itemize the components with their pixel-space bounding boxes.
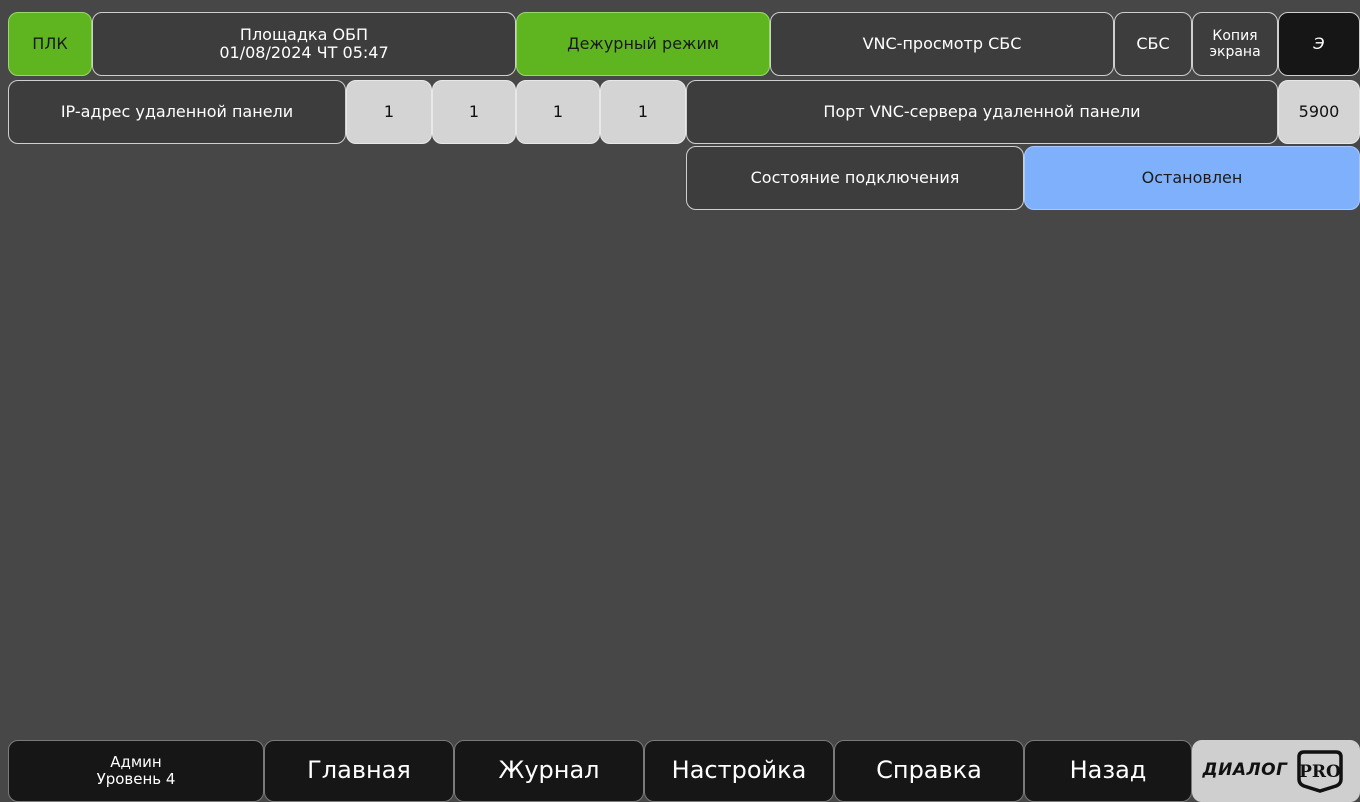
logo-badge-text: PRO: [1300, 762, 1342, 782]
logo-text: ДИАЛОГ: [1202, 760, 1288, 781]
nav-back-button[interactable]: Назад: [1024, 740, 1192, 802]
logo-badge-icon: PRO: [1297, 750, 1344, 793]
connection-status-value: Остановлен: [1024, 146, 1360, 210]
connection-status-label: Состояние подключения: [686, 146, 1024, 210]
screen-copy-button[interactable]: Копия экрана: [1192, 12, 1278, 76]
datetime: 01/08/2024 ЧТ 05:47: [219, 43, 389, 62]
user-name: Админ: [110, 752, 162, 771]
screen-title: VNC-просмотр СБС: [770, 12, 1114, 76]
nav-home-button[interactable]: Главная: [264, 740, 454, 802]
duty-mode-button[interactable]: Дежурный режим: [516, 12, 770, 76]
e-button[interactable]: Э: [1278, 12, 1360, 76]
vnc-port-input[interactable]: 5900: [1278, 80, 1360, 144]
ip-address-label: IP-адрес удаленной панели: [8, 80, 346, 144]
vnc-port-label: Порт VNC-сервера удаленной панели: [686, 80, 1278, 144]
dialog-pro-logo: ДИАЛОГ PRO: [1192, 740, 1360, 802]
ip-octet-2-input[interactable]: 1: [432, 80, 516, 144]
nav-help-button[interactable]: Справка: [834, 740, 1024, 802]
nav-journal-button[interactable]: Журнал: [454, 740, 644, 802]
sbs-label: СБС: [1136, 33, 1170, 53]
ip-octet-1-input[interactable]: 1: [346, 80, 432, 144]
plc-label: ПЛК: [32, 33, 68, 53]
user-level: Уровень 4: [96, 770, 176, 788]
screen-copy-line1: Копия: [1212, 27, 1258, 44]
site-datetime-panel: Площадка ОБП 01/08/2024 ЧТ 05:47: [92, 12, 516, 76]
screen-copy-line2: экрана: [1209, 44, 1261, 60]
user-info[interactable]: Админ Уровень 4: [8, 740, 264, 802]
site-name: Площадка ОБП: [239, 24, 369, 44]
e-label: Э: [1313, 33, 1325, 53]
ip-octet-3-input[interactable]: 1: [516, 80, 600, 144]
plc-button[interactable]: ПЛК: [8, 12, 92, 76]
nav-settings-button[interactable]: Настройка: [644, 740, 834, 802]
sbs-button[interactable]: СБС: [1114, 12, 1192, 76]
screen-title-label: VNC-просмотр СБС: [862, 33, 1022, 53]
duty-mode-label: Дежурный режим: [567, 33, 719, 53]
ip-octet-4-input[interactable]: 1: [600, 80, 686, 144]
